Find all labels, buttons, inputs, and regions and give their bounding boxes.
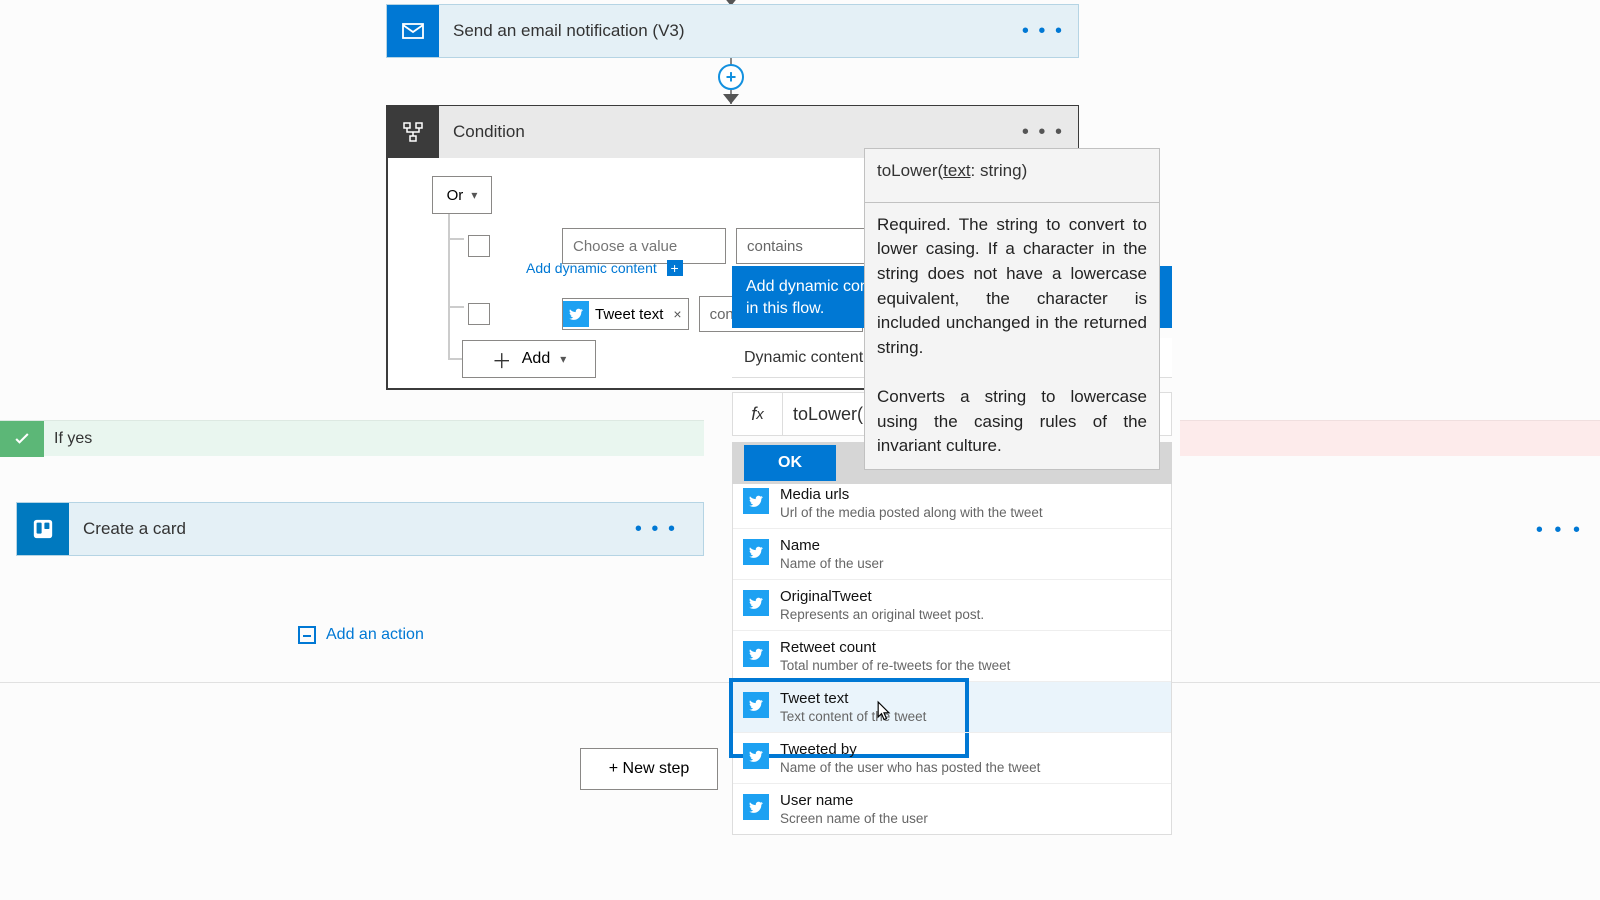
add-label: Add — [522, 350, 550, 368]
token-label: Tweet text — [595, 306, 663, 323]
check-icon — [0, 421, 44, 457]
dc-item-original-tweet[interactable]: OriginalTweetRepresents an original twee… — [733, 579, 1171, 630]
chevron-down-icon: ▾ — [560, 352, 566, 366]
add-row-button[interactable]: ＋ Add ▾ — [462, 340, 596, 378]
function-tooltip: toLower(text: string) Required. The stri… — [864, 148, 1160, 470]
fx-icon: fx — [733, 393, 783, 435]
branch-if-no[interactable] — [1180, 420, 1600, 456]
twitter-icon — [743, 743, 769, 769]
tree-line — [448, 214, 450, 360]
twitter-icon — [743, 692, 769, 718]
condition-icon — [387, 106, 439, 158]
new-step-button[interactable]: + New step — [580, 748, 718, 790]
dynamic-content-list: Media urlsUrl of the media posted along … — [732, 484, 1172, 835]
dc-item-user-name[interactable]: User nameScreen name of the user — [733, 783, 1171, 834]
step-send-email[interactable]: Send an email notification (V3) • • • — [386, 4, 1079, 58]
remove-token-button[interactable]: × — [673, 306, 681, 322]
twitter-icon — [563, 301, 589, 327]
ok-button[interactable]: OK — [744, 445, 836, 481]
twitter-icon — [743, 641, 769, 667]
row-checkbox[interactable] — [468, 303, 490, 325]
tree-line — [448, 238, 464, 240]
dc-item-media-urls[interactable]: Media urlsUrl of the media posted along … — [733, 484, 1171, 528]
mail-icon — [387, 5, 439, 57]
dc-item-name[interactable]: NameName of the user — [733, 528, 1171, 579]
condition-row-1: contains ▾ — [468, 228, 896, 264]
dc-item-tweet-text[interactable]: Tweet textText content of the tweet — [733, 681, 1171, 732]
add-action-button[interactable]: Add an action — [298, 626, 424, 644]
more-menu-icon[interactable]: • • • — [1022, 20, 1064, 43]
choose-value-input[interactable] — [562, 228, 726, 264]
dc-item-retweet-count[interactable]: Retweet countTotal number of re-tweets f… — [733, 630, 1171, 681]
plus-icon: + — [667, 260, 683, 276]
more-menu-icon[interactable]: • • • — [1536, 519, 1583, 542]
row-checkbox[interactable] — [468, 235, 490, 257]
condition-group-button[interactable]: Or ▾ — [432, 176, 492, 214]
add-action-icon — [298, 626, 316, 644]
add-step-button[interactable]: + — [718, 64, 744, 90]
plus-icon: ＋ — [492, 345, 512, 374]
more-menu-icon[interactable]: • • • — [1022, 121, 1064, 144]
chevron-down-icon: ▾ — [471, 188, 477, 202]
twitter-icon — [743, 794, 769, 820]
add-dynamic-content-link[interactable]: Add dynamic content + — [526, 260, 683, 276]
group-label: Or — [447, 187, 464, 204]
step-title: Send an email notification (V3) — [453, 21, 685, 41]
step-title: Create a card — [83, 519, 186, 539]
function-conv: Converts a string to lowercase using the… — [877, 385, 1147, 459]
value-token[interactable]: Tweet text × — [562, 298, 689, 330]
twitter-icon — [743, 488, 769, 514]
branch-if-yes[interactable]: If yes — [0, 420, 704, 456]
branch-label: If yes — [54, 430, 92, 448]
operator-label: contains — [747, 238, 803, 255]
twitter-icon — [743, 539, 769, 565]
function-desc: Required. The string to convert to lower… — [877, 213, 1147, 361]
tree-line — [448, 306, 464, 308]
step-create-card[interactable]: Create a card • • • — [16, 502, 704, 556]
function-signature: toLower(text: string) — [877, 159, 1147, 184]
more-menu-icon[interactable]: • • • — [635, 518, 677, 541]
twitter-icon — [743, 590, 769, 616]
add-action-label: Add an action — [326, 626, 424, 644]
divider — [865, 202, 1159, 203]
step-title: Condition — [453, 122, 525, 142]
dc-item-tweeted-by[interactable]: Tweeted byName of the user who has poste… — [733, 732, 1171, 783]
cursor-icon — [874, 700, 894, 724]
trello-icon — [17, 503, 69, 555]
